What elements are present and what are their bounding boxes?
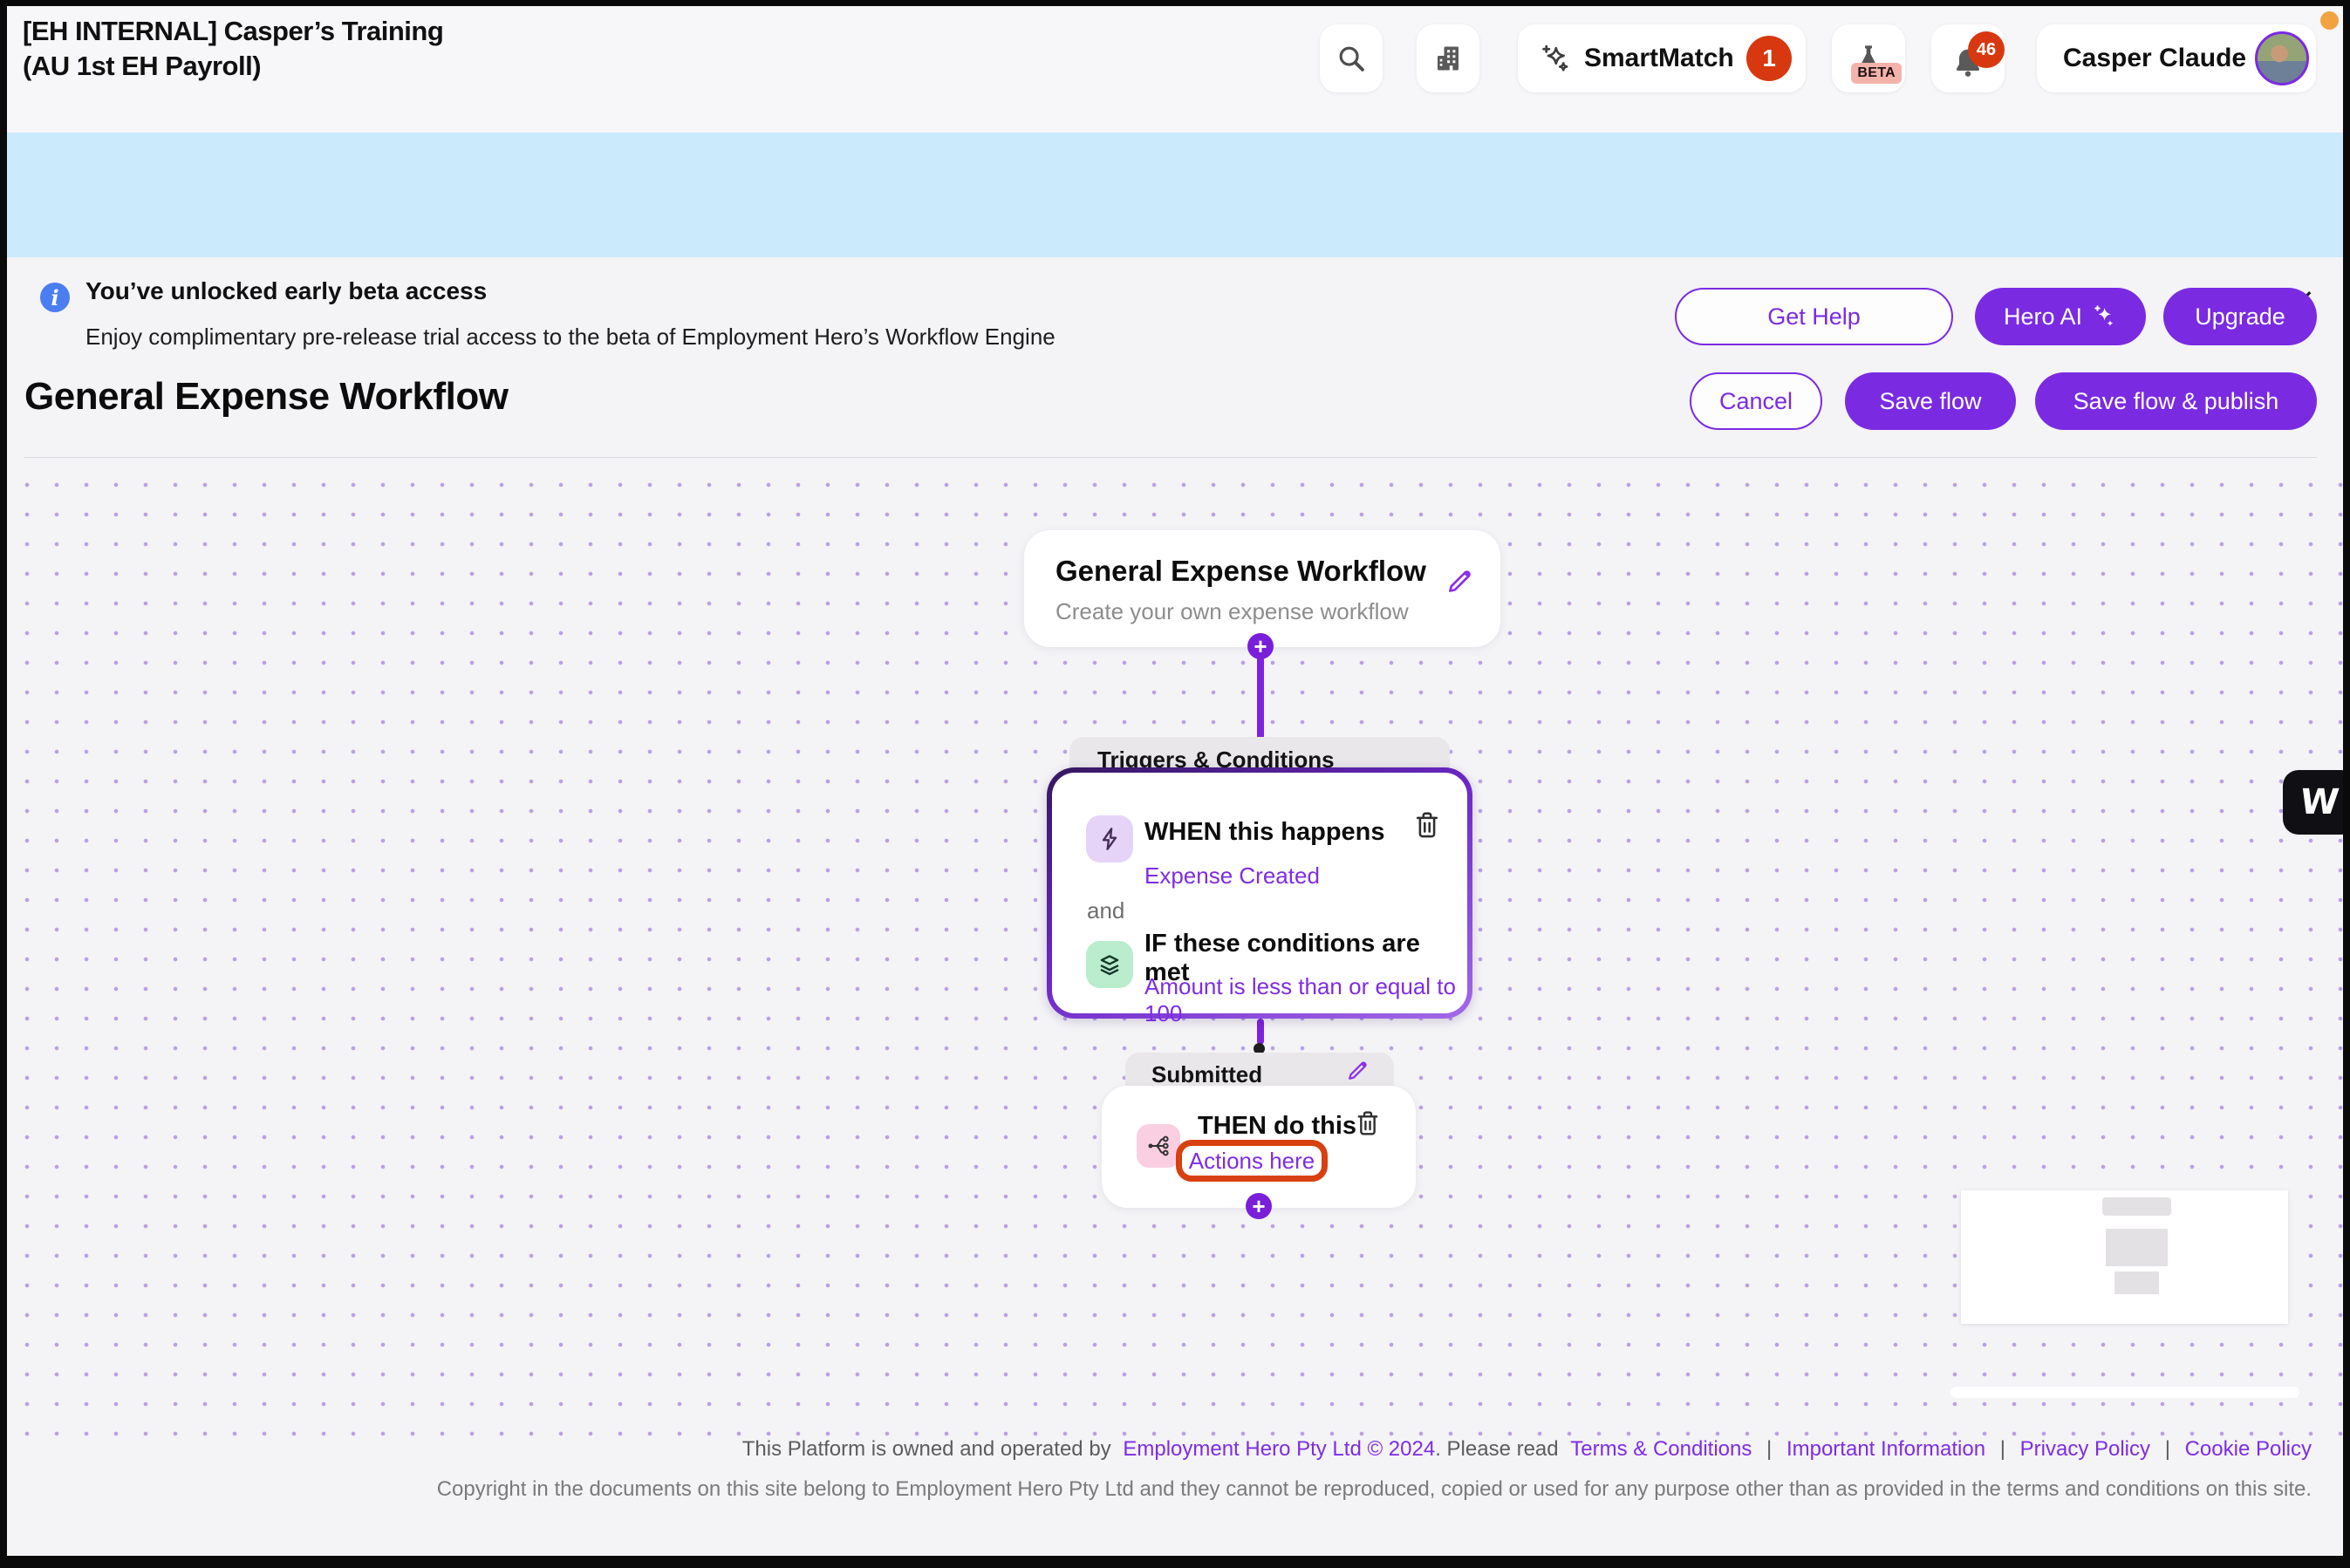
then-action-node[interactable]: THEN do this Actions here [1102,1086,1416,1208]
banner-title: You’ve unlocked early beta access [85,277,487,305]
window-border-right [2343,0,2350,1568]
window-border-left [0,0,7,1568]
footer-link-terms[interactable]: Terms & Conditions [1570,1437,1752,1461]
trigger-icon-tile [1086,815,1133,862]
notifications-button[interactable]: 46 [1931,24,2005,92]
footer-link-cookie-policy[interactable]: Cookie Policy [2185,1437,2312,1461]
beta-features-button[interactable]: BETA [1832,24,1905,92]
minimap-node [2106,1229,2168,1266]
lightning-icon [1096,825,1124,853]
save-flow-publish-button[interactable]: Save flow & publish [2035,372,2317,430]
banner-subtitle: Enjoy complimentary pre-release trial ac… [85,324,1055,351]
search-button[interactable] [1320,24,1383,92]
get-help-button[interactable]: Get Help [1675,288,1953,345]
actions-here-link[interactable]: Actions here [1189,1148,1315,1175]
cancel-button[interactable]: Cancel [1690,372,1822,430]
root-node-title: General Expense Workflow [1055,555,1426,588]
footer-separator: | [1766,1437,1772,1461]
sparkle-icon [2091,303,2117,330]
window-border-bottom [0,1556,2350,1568]
upgrade-button[interactable]: Upgrade [2163,288,2317,345]
w-widget-button[interactable]: W [2283,770,2350,835]
when-value-link[interactable]: Expense Created [1144,862,1320,890]
minimap-node [2102,1197,2171,1216]
hero-ai-label: Hero AI [2004,303,2082,331]
condition-icon-tile [1086,941,1133,988]
hero-ai-button[interactable]: Hero AI [1975,288,2146,345]
add-node-button[interactable]: + [1247,633,1274,659]
actions-here-highlight: Actions here [1176,1140,1328,1182]
trash-icon[interactable] [1353,1108,1384,1143]
smartmatch-button[interactable]: SmartMatch 1 [1518,24,1806,92]
branch-icon [1145,1133,1172,1159]
when-title: WHEN this happens [1144,818,1385,847]
org-title-line1: [EH INTERNAL] Casper’s Training [23,14,443,49]
footer-link-employment-hero[interactable]: Employment Hero Pty Ltd © 2024 [1123,1437,1435,1461]
footer-separator: | [2000,1437,2005,1461]
building-icon [1432,43,1464,74]
and-label: and [1087,897,1124,924]
organisation-switch-button[interactable] [1417,24,1479,92]
profile-button[interactable]: Casper Claude [2037,24,2316,92]
layers-icon [1096,951,1124,978]
edit-pencil-icon[interactable] [1345,1059,1370,1083]
app-header: [EH INTERNAL] Casper’s Training (AU 1st … [0,0,2350,133]
root-node-subtitle: Create your own expense workflow [1055,598,1409,625]
minimap-node [2114,1271,2159,1294]
footer-legal-line2: Copyright in the documents on this site … [305,1477,2312,1502]
then-title: THEN do this [1198,1112,1356,1141]
trigger-condition-node[interactable]: WHEN this happens Expense Created and IF… [1047,767,1472,1019]
footer-text: . Please read [1435,1437,1558,1461]
footer-legal-line1: This Platform is owned and operated by E… [218,1437,2312,1462]
smartmatch-badge: 1 [1746,36,1792,81]
search-icon [1336,43,1367,74]
sparkle-icon [1539,42,1572,75]
footer-text: This Platform is owned and operated by [742,1437,1111,1461]
beta-badge: BETA [1851,63,1902,84]
horizontal-scrollbar[interactable] [1950,1387,2299,1398]
profile-name: Casper Claude [2063,44,2246,73]
divider [24,457,2317,458]
stage-label: Submitted [1151,1061,1262,1088]
connector-line [1257,645,1264,741]
notifications-count-badge: 46 [1968,31,2005,68]
footer-link-important-information[interactable]: Important Information [1786,1437,1985,1461]
beta-access-banner: i You’ve unlocked early beta access Enjo… [0,133,2350,257]
canvas-minimap[interactable] [1961,1190,2288,1324]
if-value-link[interactable]: Amount is less than or equal to 100 [1144,973,1467,1027]
trash-icon[interactable] [1411,809,1443,844]
status-indicator-dot [2320,11,2339,30]
footer-link-privacy-policy[interactable]: Privacy Policy [2020,1437,2150,1461]
workflow-root-node[interactable]: General Expense Workflow Create your own… [1024,530,1500,647]
org-title: [EH INTERNAL] Casper’s Training (AU 1st … [23,14,443,84]
add-action-button[interactable]: + [1246,1193,1272,1219]
action-icon-tile [1137,1124,1180,1168]
edit-pencil-icon[interactable] [1445,567,1474,597]
page-title: General Expense Workflow [24,375,508,419]
smartmatch-label: SmartMatch [1584,44,1734,73]
org-title-line2: (AU 1st EH Payroll) [23,49,443,84]
w-logo: W [2299,782,2341,822]
save-flow-button[interactable]: Save flow [1845,372,2016,430]
avatar [2255,31,2309,85]
info-icon: i [40,283,70,312]
window-border-top [0,0,2350,6]
workflow-editor-page: [EH INTERNAL] Casper’s Training (AU 1st … [0,0,2350,1568]
footer-separator: | [2165,1437,2170,1461]
